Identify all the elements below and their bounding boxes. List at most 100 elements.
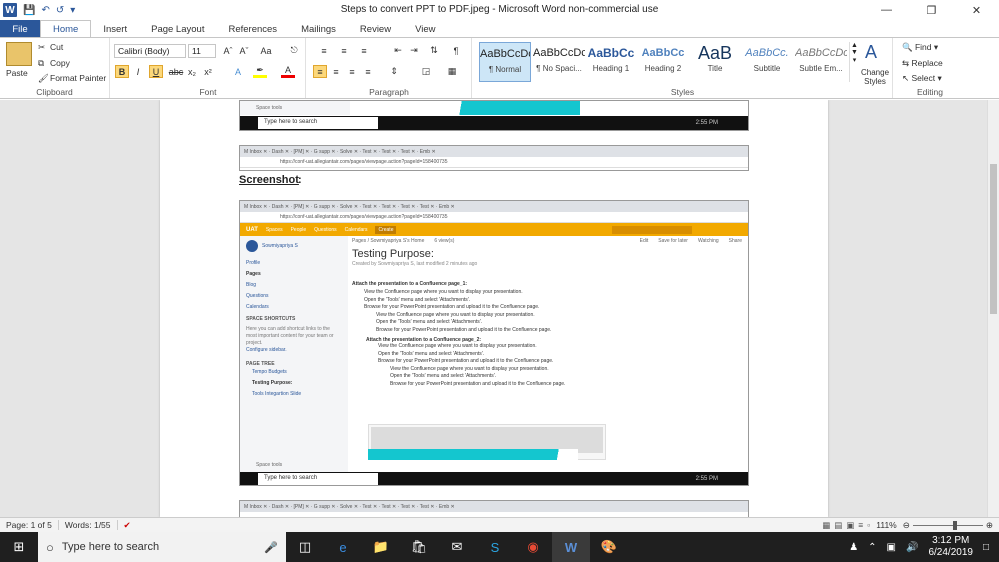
redo-icon[interactable]: ↺ [56,5,64,16]
tab-mailings[interactable]: Mailings [289,20,348,38]
network-icon[interactable]: ▣ [887,542,896,553]
superscript-icon[interactable]: x² [201,65,215,78]
save-icon[interactable]: 💾 [23,5,35,16]
cut-icon[interactable]: ✂ [38,42,45,53]
cut-button[interactable]: Cut [50,42,63,52]
notifications-icon[interactable]: □ [983,542,989,553]
tab-file[interactable]: File [0,20,40,38]
borders-icon[interactable]: ▦ [445,65,459,78]
tab-references[interactable]: References [216,20,289,38]
store-icon[interactable]: 🛍 [400,532,438,562]
align-right-icon[interactable]: ≡ [345,65,359,78]
tree-item-testing[interactable]: Testing Purpose: [252,378,342,389]
paste-icon[interactable] [6,42,32,66]
nav-questions[interactable]: Questions [314,227,337,233]
font-name-select[interactable]: Calibri (Body) [114,44,186,58]
style-normal[interactable]: AaBbCcDc ¶ Normal [479,42,531,82]
confluence-search-input[interactable] [612,225,692,234]
bold-icon[interactable]: B [115,65,129,78]
underline-icon[interactable]: U [149,65,163,78]
format-painter-button[interactable]: Format Painter [50,73,106,83]
tree-item-tempo[interactable]: Tempo Budgets [252,367,342,378]
shading-icon[interactable]: ◲ [419,65,433,78]
tab-insert[interactable]: Insert [91,20,139,38]
justify-icon[interactable]: ≡ [361,65,375,78]
sort-icon[interactable]: ⇅ [427,44,441,57]
style-heading-2[interactable]: AaBbCc Heading 2 [637,42,689,82]
sidebar-item-calendars[interactable]: Calendars [246,302,342,313]
chrome-icon[interactable]: ◉ [514,532,552,562]
undo-icon[interactable]: ↶ [41,5,49,16]
nav-people[interactable]: People [291,227,307,233]
decrease-indent-icon[interactable]: ⇤ [391,44,405,57]
zoom-slider[interactable]: ⊖ ⊕ [903,520,993,531]
change-case-icon[interactable]: Aa [259,44,273,57]
customize-qat-icon[interactable]: ▾ [70,5,75,16]
select-button[interactable]: ↖ Select ▾ [902,73,942,84]
tab-view[interactable]: View [403,20,447,38]
close-icon[interactable]: ✕ [954,0,999,20]
replace-button[interactable]: ⇆ Replace [902,58,943,69]
tab-home[interactable]: Home [40,20,92,38]
italic-icon[interactable]: I [131,65,145,78]
numbering-icon[interactable]: ≡ [337,44,351,57]
skype-icon[interactable]: S [476,532,514,562]
nav-spaces[interactable]: Spaces [266,227,283,233]
styles-scroll-icon[interactable]: ▲ ▼ ▾ [849,42,859,82]
configure-sidebar-link[interactable]: Configure sidebar. [246,347,342,353]
taskbar-clock[interactable]: 3:12 PM 6/24/2019 [928,535,973,559]
paste-button[interactable]: Paste [6,68,28,78]
share-action[interactable]: Share [729,238,742,244]
multilevel-list-icon[interactable]: ≡ [357,44,371,57]
style-title[interactable]: AaB Title [689,42,741,82]
style-subtle-emphasis[interactable]: AaBbCcDc Subtle Em... [795,42,847,82]
clear-formatting-icon[interactable]: ⎋ [287,44,301,57]
sidebar-item-questions[interactable]: Questions [246,291,342,302]
volume-icon[interactable]: 🔊 [906,542,918,553]
vertical-scrollbar[interactable] [987,100,999,517]
sidebar-user[interactable]: Sowmiyapriya S [262,243,298,249]
copy-icon[interactable]: ⧉ [38,58,44,69]
microphone-icon[interactable]: 🎤 [264,541,278,554]
print-layout-icon[interactable]: ▦ [822,520,830,531]
show-formatting-icon[interactable]: ¶ [449,44,463,57]
page-count[interactable]: Page: 1 of 5 [0,520,59,530]
restore-icon[interactable]: ❐ [909,0,954,20]
change-styles-icon[interactable]: A [865,42,877,63]
sidebar-item-blog[interactable]: Blog [246,280,342,291]
nav-uat[interactable]: UAT [246,227,258,233]
document-page[interactable]: Space tools Type here to search 2:55 PM … [160,100,828,517]
font-size-select[interactable]: 11 [188,44,216,58]
zoom-level[interactable]: 111% [870,520,902,530]
change-styles-button[interactable]: Change Styles [861,68,889,86]
paint-icon[interactable]: 🎨 [590,532,628,562]
style-no-spacing[interactable]: AaBbCcDc ¶ No Spaci... [533,42,585,82]
format-painter-icon[interactable]: 🖌 [38,73,49,84]
text-effects-icon[interactable]: A [231,65,245,78]
tab-review[interactable]: Review [348,20,403,38]
find-button[interactable]: 🔍 Find ▾ [902,42,938,53]
edge-icon[interactable]: e [324,532,362,562]
strikethrough-icon[interactable]: abc [169,65,184,78]
style-heading-1[interactable]: AaBbCc Heading 1 [585,42,637,82]
grow-font-icon[interactable]: Aˆ [221,44,235,57]
word-taskbar-icon[interactable]: W [552,532,590,562]
tree-item-tools[interactable]: Tools Integartion Slide [252,389,342,400]
file-explorer-icon[interactable]: 📁 [362,532,400,562]
full-screen-icon[interactable]: ▤ [834,520,842,531]
increase-indent-icon[interactable]: ⇥ [407,44,421,57]
minimize-icon[interactable]: — [864,0,909,20]
people-icon[interactable]: ♟ [849,542,858,553]
edit-action[interactable]: Edit [640,238,649,244]
task-view-icon[interactable]: ◫ [286,532,324,562]
proofing-icon[interactable]: ✔ [118,520,137,531]
breadcrumb[interactable]: Pages / Sowmiyapriya S's Home [352,238,424,244]
subscript-icon[interactable]: x₂ [185,65,199,78]
line-spacing-icon[interactable]: ⇕ [387,65,401,78]
align-left-icon[interactable]: ≡ [313,65,327,78]
font-color-icon[interactable]: A [281,65,295,78]
sidebar-item-pages[interactable]: Pages [246,269,342,280]
shrink-font-icon[interactable]: Aˇ [237,44,251,57]
outline-icon[interactable]: ≡ [858,520,863,531]
space-tools-main[interactable]: Space tools [240,459,348,472]
